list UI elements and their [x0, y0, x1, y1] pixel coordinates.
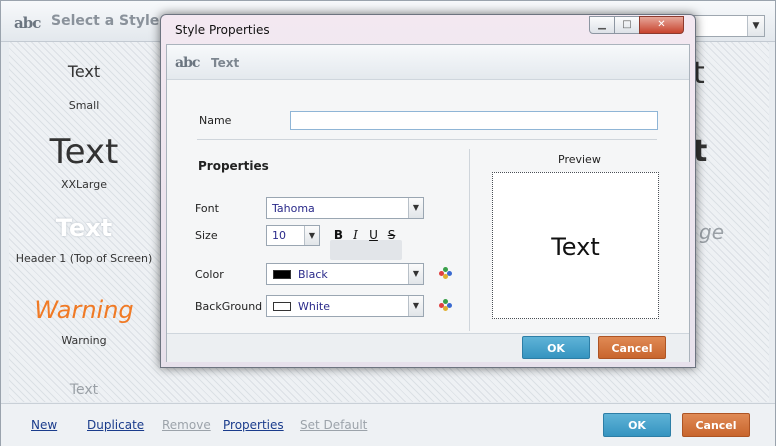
chevron-down-icon[interactable]: ▼: [408, 296, 423, 316]
style-sample: Text: [67, 62, 101, 81]
style-item-xxlarge[interactable]: Text XXLarge: [9, 132, 159, 191]
style-name: Warning: [61, 334, 107, 347]
abc-logo-icon: abc: [175, 55, 200, 71]
divider: [197, 139, 657, 140]
font-label: Font: [195, 202, 219, 215]
style-name: Header 1 (Top of Screen): [15, 252, 153, 265]
preview-label: Preview: [558, 153, 601, 166]
dialog-subheader: abc Text: [167, 45, 689, 80]
style-dropdown[interactable]: ▼: [691, 15, 765, 37]
name-label: Name: [199, 114, 232, 127]
color-swatch: [273, 270, 291, 279]
style-item-header1[interactable]: Text Header 1 (Top of Screen): [9, 214, 159, 265]
set-default-link[interactable]: Set Default: [300, 418, 367, 432]
preview-text: Text: [551, 233, 600, 261]
color-value: Black: [298, 268, 328, 281]
background-select[interactable]: White ▼: [266, 295, 424, 317]
strikethrough-button[interactable]: S: [383, 226, 400, 244]
vertical-divider: [469, 149, 470, 331]
color-picker-icon[interactable]: [437, 297, 455, 313]
size-label: Size: [195, 229, 218, 242]
window-footer: New Duplicate Remove Properties Set Defa…: [1, 403, 775, 446]
new-link[interactable]: New: [31, 418, 57, 432]
remove-link[interactable]: Remove: [162, 418, 211, 432]
size-select[interactable]: 10 ▼: [266, 225, 320, 246]
style-item-small[interactable]: Text Small: [9, 62, 159, 112]
preview-box: Text: [492, 172, 659, 319]
style-item-warning[interactable]: Warning Warning: [9, 296, 159, 347]
style-name-heading: Text: [211, 56, 240, 70]
color-label: Color: [195, 268, 224, 281]
dialog-titlebar[interactable]: Style Properties ▁ □ ✕: [161, 15, 695, 43]
font-value: Tahoma: [272, 202, 315, 215]
properties-heading: Properties: [198, 159, 269, 173]
ok-button[interactable]: OK: [522, 336, 590, 359]
style-sample: Text: [55, 214, 113, 242]
chevron-down-icon[interactable]: ▼: [747, 16, 764, 36]
style-properties-dialog: Style Properties ▁ □ ✕ abc Text Name Pro…: [160, 14, 696, 368]
abc-logo-icon: abc: [14, 14, 41, 32]
style-item-text[interactable]: Text: [9, 382, 159, 398]
properties-link[interactable]: Properties: [223, 418, 284, 432]
ok-button[interactable]: OK: [603, 413, 671, 437]
chevron-down-icon[interactable]: ▼: [408, 198, 423, 218]
bold-button[interactable]: B: [330, 226, 347, 244]
maximize-button[interactable]: □: [614, 16, 640, 34]
style-name: XXLarge: [60, 178, 108, 191]
close-button[interactable]: ✕: [639, 16, 684, 34]
background-value: White: [298, 300, 330, 313]
style-sample: Warning: [34, 296, 134, 324]
dialog-content: abc Text Name Properties Font Tahoma ▼ S…: [166, 44, 690, 362]
cancel-button[interactable]: Cancel: [598, 336, 666, 359]
style-sample: Text: [49, 132, 119, 172]
style-sample: Text: [69, 382, 99, 398]
color-select[interactable]: Black ▼: [266, 263, 424, 285]
chevron-down-icon[interactable]: ▼: [304, 226, 319, 245]
dialog-footer: OK Cancel: [167, 333, 689, 362]
underline-button[interactable]: U: [365, 226, 382, 244]
color-picker-icon[interactable]: [437, 265, 455, 281]
name-input[interactable]: [290, 111, 658, 130]
chevron-down-icon[interactable]: ▼: [408, 264, 423, 284]
minimize-button[interactable]: ▁: [589, 16, 615, 34]
maximize-icon: □: [622, 19, 632, 30]
window-title: Select a Style: [51, 13, 160, 29]
italic-button[interactable]: I: [347, 226, 364, 244]
cancel-button[interactable]: Cancel: [682, 413, 750, 437]
partial-style-sample[interactable]: ge: [699, 220, 724, 244]
dialog-title: Style Properties: [175, 23, 270, 37]
duplicate-link[interactable]: Duplicate: [87, 418, 144, 432]
close-icon: ✕: [657, 19, 666, 30]
background-swatch: [273, 302, 291, 311]
size-value: 10: [272, 229, 286, 242]
background-label: BackGround: [195, 300, 263, 313]
minimize-icon: ▁: [598, 19, 606, 30]
font-select[interactable]: Tahoma ▼: [266, 197, 424, 219]
style-name: Small: [68, 99, 100, 112]
